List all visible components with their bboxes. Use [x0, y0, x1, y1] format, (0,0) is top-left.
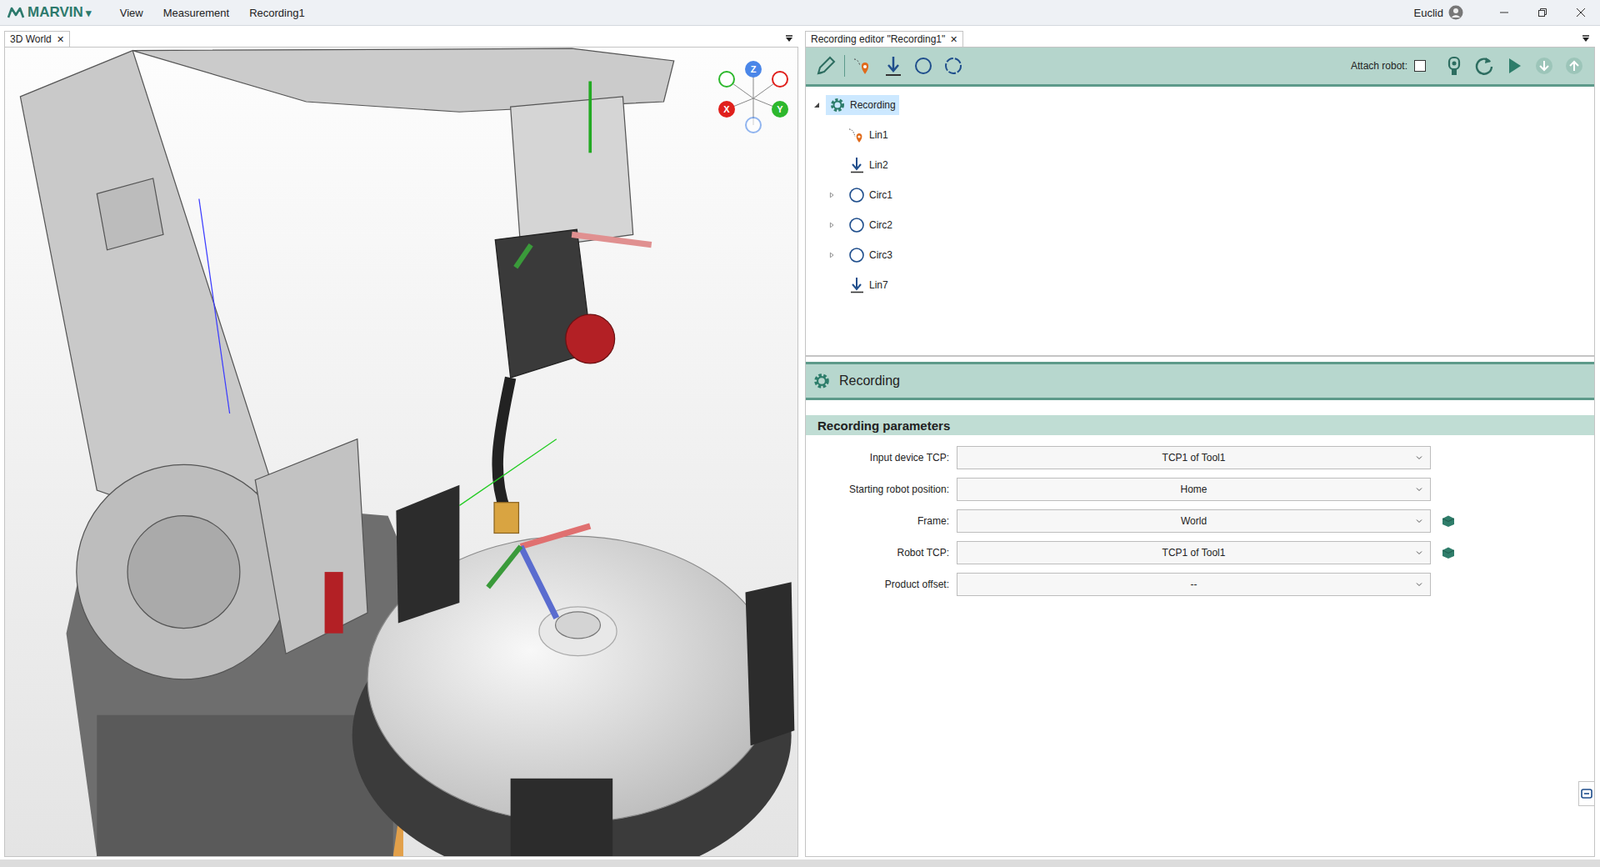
upload-icon	[1562, 54, 1586, 78]
add-point-icon[interactable]	[851, 54, 875, 78]
minimize-button[interactable]	[1485, 0, 1524, 25]
user-name[interactable]: Euclid	[1414, 6, 1444, 20]
svg-text:X: X	[723, 104, 730, 115]
field-row: Input device TCP: TCP1 of Tool1	[805, 441, 1595, 474]
3d-viewport[interactable]: Z X Y	[4, 46, 799, 857]
chevron-down-icon	[1415, 453, 1424, 462]
tab[interactable]: Recording editor "Recording1" ✕	[805, 30, 964, 47]
side-panel-toggle[interactable]	[1578, 780, 1595, 806]
gizmo-axis[interactable]: X	[718, 100, 735, 118]
pick-frame-button[interactable]	[1440, 545, 1456, 560]
restore-icon	[1537, 7, 1548, 18]
tree-item[interactable]: Lin2	[805, 150, 1595, 180]
gear-icon	[812, 371, 831, 390]
menu-item[interactable]: View	[110, 3, 154, 23]
play-icon[interactable]	[1502, 54, 1526, 78]
dropdown[interactable]: --	[956, 572, 1431, 596]
dropdown[interactable]: Home	[956, 477, 1431, 501]
world-pane: 3D World ✕ Z X Y	[4, 29, 799, 857]
tree-root[interactable]: Recording	[805, 90, 1595, 120]
logo[interactable]: MARVIN ▾	[6, 4, 92, 21]
circle-icon	[848, 216, 865, 234]
linear-arrow-icon	[848, 156, 865, 174]
tab-overflow-icon[interactable]	[1581, 34, 1590, 43]
expander-icon[interactable]	[828, 251, 835, 259]
tab-close[interactable]: ✕	[950, 34, 958, 45]
tree-item[interactable]: Circ1	[805, 180, 1595, 210]
attach-robot-checkbox[interactable]	[1414, 60, 1426, 72]
recording-tree: Recording Lin1 Lin2 Circ1 Circ2 Circ3 Li…	[805, 86, 1595, 357]
gear-icon	[829, 96, 846, 114]
tree-item[interactable]: Circ2	[805, 210, 1595, 240]
field-label: Starting robot position:	[805, 483, 957, 495]
status-bar	[0, 859, 1600, 867]
gizmo-axis[interactable]: Y	[771, 100, 789, 118]
recording-editor-pane: Recording editor "Recording1" ✕ Attach r…	[805, 29, 1595, 857]
tree-item[interactable]: Circ3	[805, 240, 1595, 270]
chevron-down-icon	[1415, 548, 1424, 557]
tree-item[interactable]: Lin1	[805, 120, 1595, 150]
field-label: Frame:	[805, 515, 957, 527]
app-window: MARVIN ▾ ViewMeasurementRecording1 Eucli…	[0, 0, 1600, 867]
circle-icon	[848, 186, 865, 204]
field-row: Frame: World	[805, 505, 1595, 537]
tab-close[interactable]: ✕	[56, 34, 65, 45]
pick-frame-button[interactable]	[1440, 514, 1456, 528]
close-button[interactable]	[1561, 0, 1600, 25]
menu-item[interactable]: Measurement	[153, 3, 240, 23]
scene-render	[5, 47, 798, 856]
tab[interactable]: 3D World ✕	[4, 30, 70, 47]
linear-arrow-icon	[848, 276, 865, 294]
tab-bar: 3D World ✕	[4, 29, 799, 47]
chevron-down-icon	[1415, 580, 1424, 589]
detail-panel: Recording Recording parameters Input dev…	[805, 361, 1595, 856]
dropdown[interactable]: World	[956, 509, 1431, 533]
field-row: Robot TCP: TCP1 of Tool1	[805, 536, 1595, 569]
user-avatar-icon[interactable]	[1448, 5, 1464, 20]
marvin-logo-icon	[6, 5, 25, 20]
pencil-icon[interactable]	[814, 54, 838, 78]
field-label: Input device TCP:	[805, 451, 957, 464]
svg-text:Z: Z	[750, 64, 757, 75]
field-label: Product offset:	[805, 578, 957, 590]
menu-item[interactable]: Recording1	[239, 3, 315, 23]
robot-tool-icon[interactable]	[1442, 54, 1466, 78]
add-linear-icon[interactable]	[881, 54, 905, 78]
point-pin-icon	[848, 126, 865, 144]
circle-icon	[848, 246, 865, 264]
chevron-down-icon	[1415, 516, 1424, 525]
gizmo-axis[interactable]: Z	[745, 60, 762, 78]
dropdown[interactable]: TCP1 of Tool1	[956, 540, 1431, 565]
close-icon	[1575, 7, 1586, 18]
download-icon	[1532, 54, 1556, 78]
restore-button[interactable]	[1523, 0, 1562, 25]
chevron-down-icon	[1415, 485, 1424, 494]
tree-item[interactable]: Lin7	[805, 270, 1595, 300]
svg-text:Y: Y	[776, 104, 784, 115]
field-row: Product offset: --	[805, 568, 1595, 600]
section-header: Recording parameters	[805, 415, 1595, 435]
reset-icon[interactable]	[1472, 54, 1496, 78]
dropdown[interactable]: TCP1 of Tool1	[956, 445, 1431, 470]
tab-bar: Recording editor "Recording1" ✕	[805, 29, 1595, 47]
title-bar: MARVIN ▾ ViewMeasurementRecording1 Eucli…	[0, 0, 1600, 26]
axis-gizmo[interactable]: Z X Y	[715, 59, 791, 135]
field-label: Robot TCP:	[805, 546, 957, 559]
detail-header: Recording	[805, 361, 1595, 400]
panel-toggle-icon	[1580, 787, 1593, 800]
add-polygon-circle-icon[interactable]	[941, 54, 965, 78]
minimize-icon	[1499, 7, 1510, 18]
add-circle-icon[interactable]	[911, 54, 935, 78]
expander-icon[interactable]	[828, 191, 835, 199]
toolbar: Attach robot:	[805, 47, 1595, 87]
expander-icon[interactable]	[828, 221, 835, 229]
tab-overflow-icon[interactable]	[785, 34, 794, 43]
field-row: Starting robot position: Home	[805, 473, 1595, 505]
expander-icon[interactable]	[812, 100, 821, 110]
